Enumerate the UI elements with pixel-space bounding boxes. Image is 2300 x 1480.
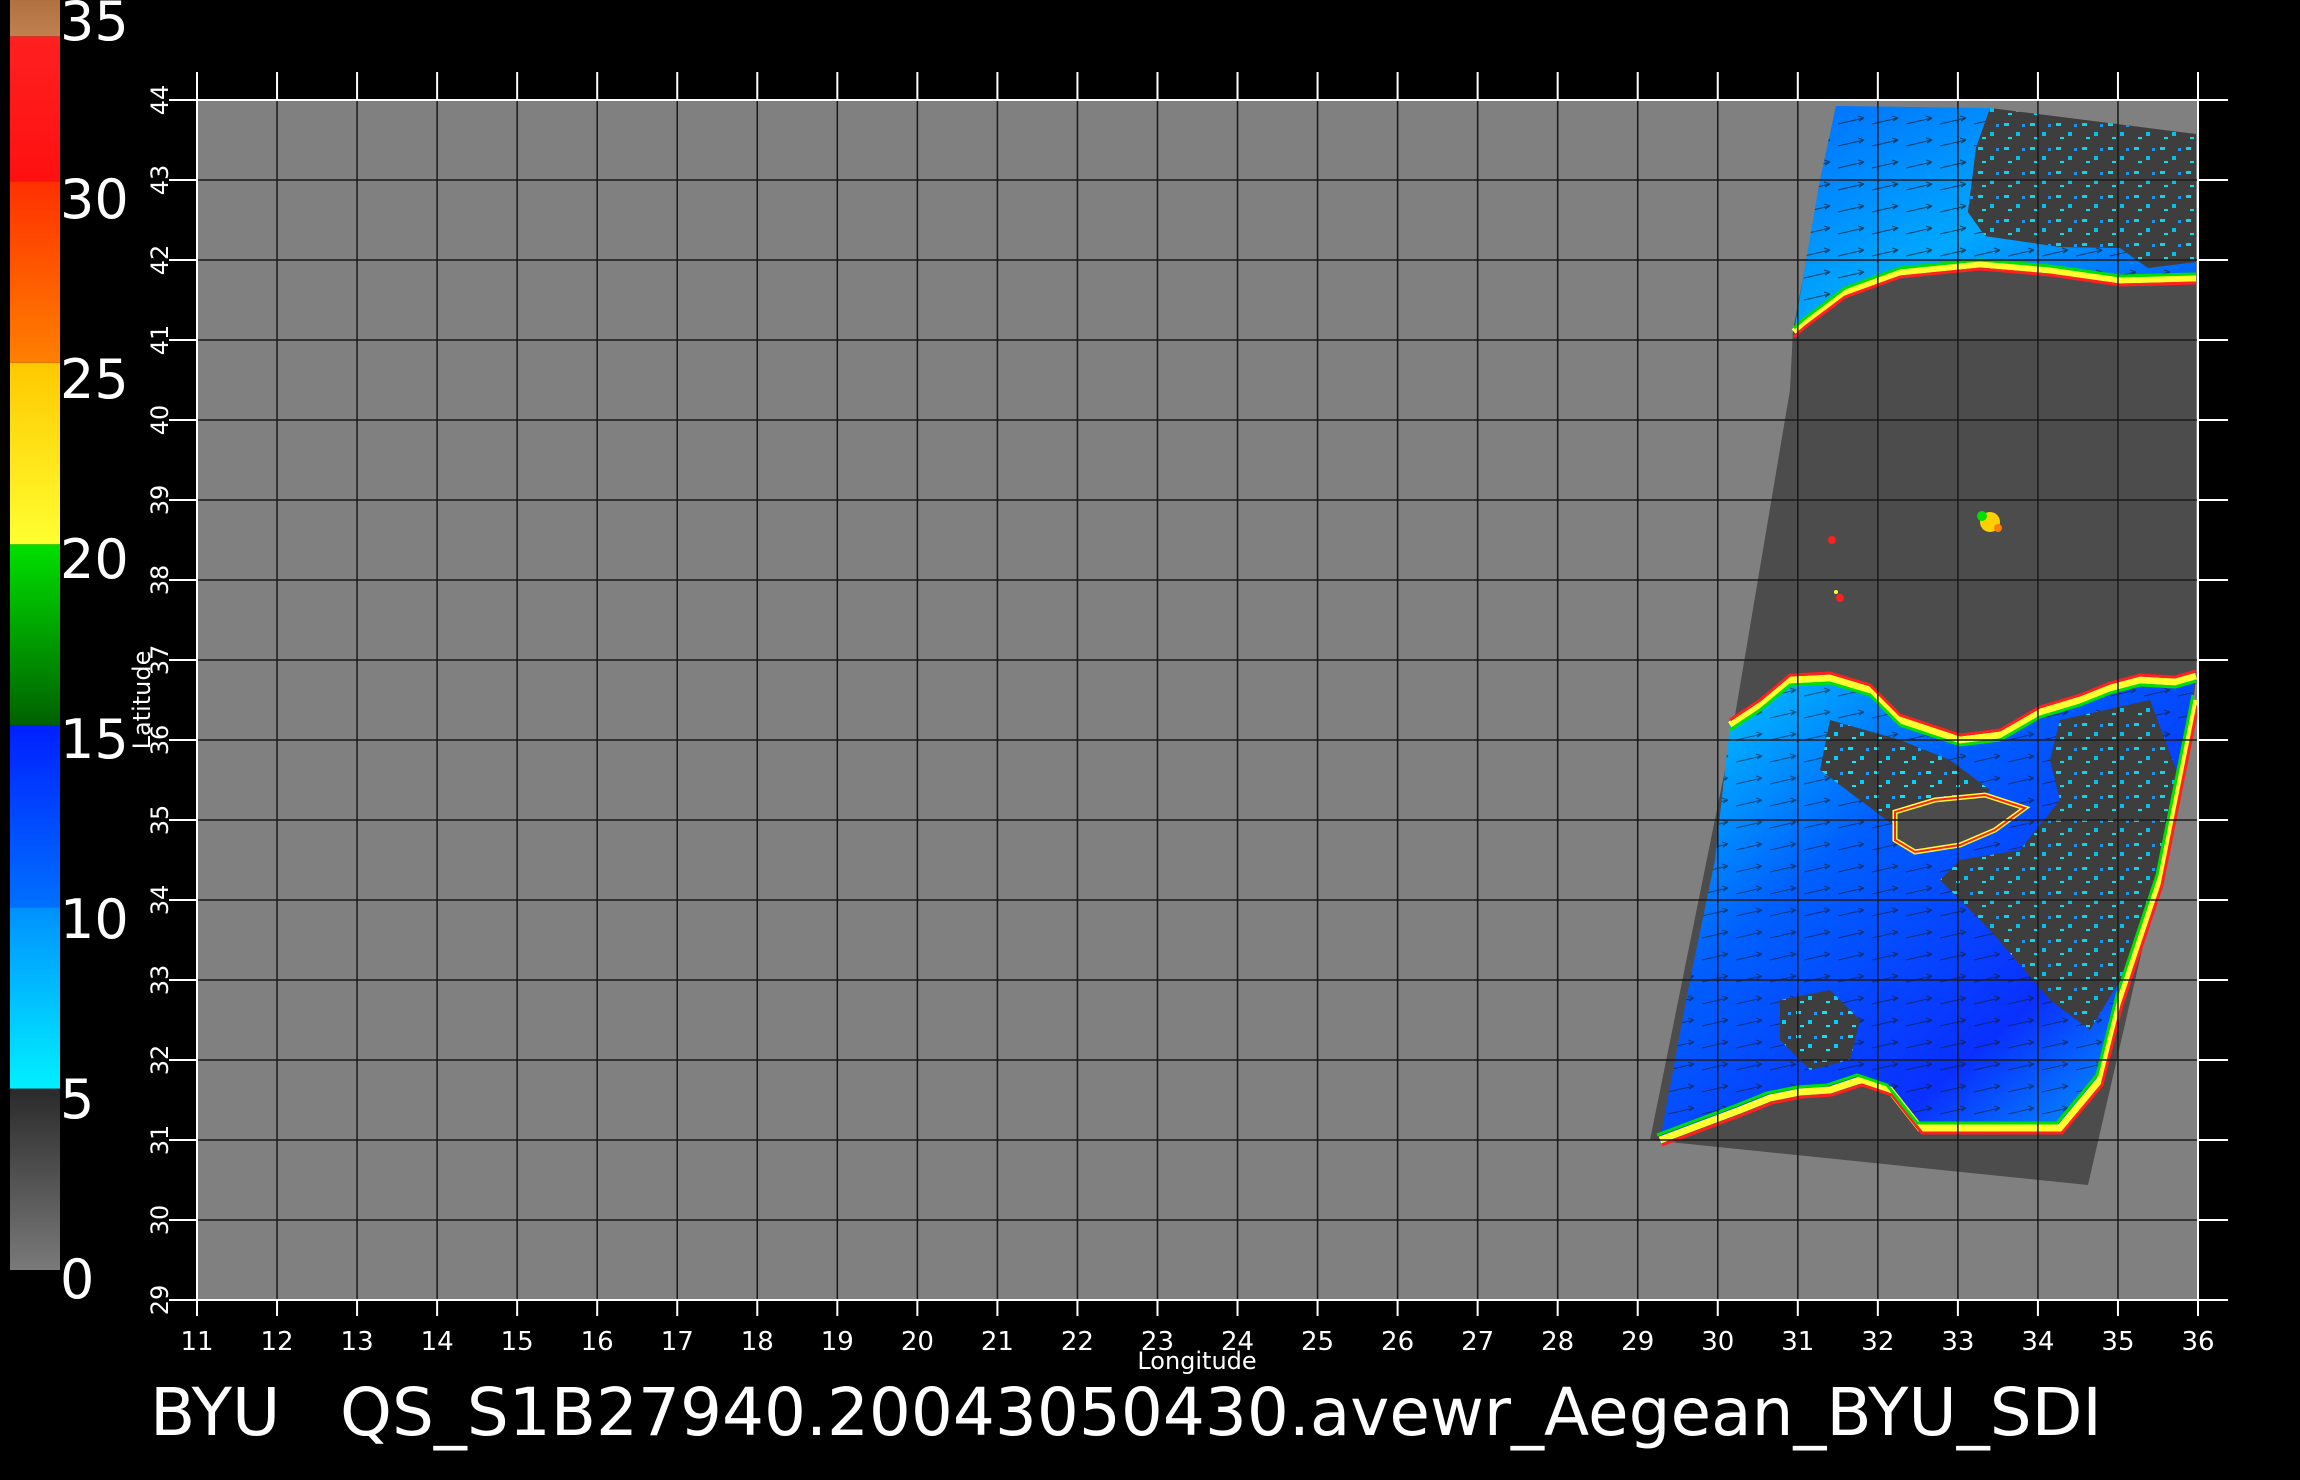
- x-tick-label-31: 31: [1781, 1327, 1814, 1357]
- colorbar-segment-5-10: [10, 907, 60, 1089]
- y-axis-label: Latitude: [128, 651, 156, 750]
- y-tick-label-39: 39: [146, 485, 174, 516]
- colorbar-segment-15-20: [10, 544, 60, 726]
- y-tick-label-43: 43: [146, 165, 174, 196]
- colorbar-tick-20: 20: [60, 528, 129, 591]
- x-tick-label-36: 36: [2181, 1327, 2214, 1357]
- x-tick-label-14: 14: [421, 1327, 454, 1357]
- footer-source: BYU: [150, 1374, 280, 1451]
- x-tick-label-19: 19: [821, 1327, 854, 1357]
- colorbar-segment-30-34: [10, 36, 60, 182]
- colorbar-tick-0: 0: [60, 1248, 94, 1311]
- x-tick-label-22: 22: [1061, 1327, 1094, 1357]
- x-tick-label-20: 20: [901, 1327, 934, 1357]
- x-tick-label-33: 33: [1941, 1327, 1974, 1357]
- colorbar-tick-10: 10: [60, 888, 129, 951]
- colorbar: [10, 0, 60, 1270]
- y-tick-label-38: 38: [146, 565, 174, 596]
- lake-blob-2: [1828, 536, 1836, 544]
- x-tick-label-11: 11: [180, 1327, 213, 1357]
- footer-filename: QS_S1B27940.20043050430.avewr_Aegean_BYU…: [340, 1374, 2102, 1451]
- lake-blob-3: [1836, 594, 1844, 602]
- x-tick-label-34: 34: [2021, 1327, 2054, 1357]
- colorbar-tick-25: 25: [60, 348, 129, 411]
- y-tick-label-41: 41: [146, 325, 174, 356]
- colorbar-tick-15: 15: [60, 708, 129, 771]
- y-tick-label-31: 31: [146, 1125, 174, 1156]
- colorbar-segment-34-35: [10, 0, 60, 37]
- x-tick-label-29: 29: [1621, 1327, 1654, 1357]
- x-tick-label-25: 25: [1301, 1327, 1334, 1357]
- colorbar-tick-35: 35: [60, 0, 129, 53]
- x-axis-label: Longitude: [1137, 1347, 1256, 1375]
- colorbar-segment-20-25: [10, 362, 60, 545]
- x-tick-label-17: 17: [661, 1327, 694, 1357]
- x-tick-label-27: 27: [1461, 1327, 1494, 1357]
- x-tick-label-12: 12: [260, 1327, 293, 1357]
- y-tick-label-34: 34: [146, 885, 174, 916]
- colorbar-tick-5: 5: [60, 1068, 94, 1131]
- colorbar-segment-25-30: [10, 181, 60, 363]
- y-tick-label-35: 35: [146, 805, 174, 836]
- x-tick-label-28: 28: [1541, 1327, 1574, 1357]
- x-tick-label-21: 21: [981, 1327, 1014, 1357]
- scatterometer-wind-map: 35 30 25 20 15 10 5 0 11 12 13 14 15 16 …: [0, 0, 2300, 1480]
- x-tick-label-16: 16: [581, 1327, 614, 1357]
- colorbar-tick-labels: 35 30 25 20 15 10 5 0: [60, 0, 129, 1311]
- y-tick-label-42: 42: [146, 245, 174, 276]
- x-tick-label-18: 18: [741, 1327, 774, 1357]
- y-tick-label-44: 44: [146, 85, 174, 116]
- y-tick-label-40: 40: [146, 405, 174, 436]
- colorbar-segment-10-15: [10, 725, 60, 908]
- x-tick-label-35: 35: [2101, 1327, 2134, 1357]
- map-figure: 35 30 25 20 15 10 5 0 11 12 13 14 15 16 …: [10, 0, 2228, 1451]
- colorbar-segment-0-5: [10, 1088, 60, 1270]
- x-tick-label-26: 26: [1381, 1327, 1414, 1357]
- x-tick-label-30: 30: [1701, 1327, 1734, 1357]
- y-tick-label-30: 30: [146, 1205, 174, 1236]
- x-tick-label-13: 13: [341, 1327, 374, 1357]
- y-tick-label-29: 29: [146, 1285, 174, 1316]
- x-tick-label-32: 32: [1861, 1327, 1894, 1357]
- x-tick-label-15: 15: [501, 1327, 534, 1357]
- y-tick-label-33: 33: [146, 965, 174, 996]
- colorbar-tick-30: 30: [60, 168, 129, 231]
- y-tick-label-32: 32: [146, 1045, 174, 1076]
